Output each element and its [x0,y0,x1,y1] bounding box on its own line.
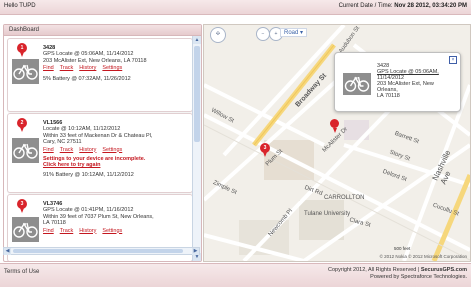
copyright-text: Copyright 2012, All Rights Reserved | [327,267,420,273]
settings-link[interactable]: Settings [102,228,122,234]
copyright: Copyright 2012, All Rights Reserved | Se… [328,267,467,281]
map-pin-icon: 2 [17,118,27,132]
brand-link[interactable]: SecurusGPS.com [421,267,467,273]
history-link[interactable]: History [79,65,96,71]
device-list: 1 3428 GPS Locate @ 05:06AM, 11/14/2012 … [4,36,193,261]
device-popup: × 3428 GPS Locate @ 05:06AM, 11/14/2012 … [334,52,461,112]
battery-status: 5% Battery @ 07:32AM, 11/26/2012 [43,75,131,82]
current-datetime: Current Date / Time: Nov 28 2012, 03:34:… [339,3,467,9]
powered-by: Powered by Spectraforce Technologies. [370,274,467,280]
history-link[interactable]: History [79,147,96,153]
battery-status: 91% Battery @ 10:12AM, 11/12/2012 [43,171,134,178]
device-links: Find Track History Settings [43,65,191,71]
map-pin-icon: 3 [17,199,27,213]
device-card[interactable]: 1 3428 GPS Locate @ 05:06AM, 11/14/2012 … [7,38,193,112]
device-links: Find Track History Settings [43,228,191,234]
map-style-select[interactable]: Road ▾ [280,28,308,37]
history-link[interactable]: History [79,228,96,234]
greeting: Hello TUPD [4,3,36,9]
device-address: 203 McAlister Ext, New Orleans, LA 70118 [43,57,147,64]
area-label: CARROLLTON [324,195,365,201]
device-address-line2: LA 70118 [43,220,66,227]
datetime-label: Current Date / Time: [338,3,393,9]
map-view[interactable]: ✣ − + Road ▾ Broadway St Plum St Willow … [203,24,471,262]
device-address-line2: Cary, NC 27511 [43,139,82,146]
scroll-thumb[interactable] [13,249,183,253]
dashboard-title: DashBoard [4,25,201,36]
retry-link[interactable]: Click here to try again [43,162,191,168]
map-attribution: © 2012 Nokia © 2012 Microsoft Corporatio… [379,254,467,259]
track-link[interactable]: Track [60,228,74,234]
scroll-left-icon[interactable]: ◀ [4,248,11,255]
track-link[interactable]: Track [60,147,74,153]
popup-address: 203 McAlister Ext, New Orleans, [377,81,434,93]
map-marker-1[interactable] [330,119,339,133]
bicycle-icon [343,73,371,95]
track-link[interactable]: Track [60,65,74,71]
map-marker-3[interactable]: 3 [260,143,270,157]
horizontal-scrollbar[interactable]: ◀ ▶ [3,247,200,255]
bicycle-icon [12,138,39,163]
find-link[interactable]: Find [43,228,54,234]
device-card[interactable]: 2 VL1566 Locate @ 10:12AM, 11/12/2012 Wi… [7,113,193,193]
pan-control-icon[interactable]: ✣ [210,27,226,43]
datetime-value: Nov 28 2012, 03:34:20 PM [394,3,467,9]
find-link[interactable]: Find [43,65,54,71]
top-bar: Hello TUPD Current Date / Time: Nov 28 2… [0,0,471,15]
scroll-up-icon[interactable]: ▲ [193,36,201,44]
scroll-right-icon[interactable]: ▶ [192,248,199,255]
terms-link[interactable]: Terms of Use [4,269,39,275]
area-label: Tulane University [304,211,351,217]
settings-link[interactable]: Settings [102,147,122,153]
bicycle-icon [12,59,39,84]
footer: Terms of Use Copyright 2012, All Rights … [0,263,471,287]
find-link[interactable]: Find [43,147,54,153]
zoom-out-icon[interactable]: − [256,27,270,41]
settings-link[interactable]: Settings [102,65,122,71]
map-style-label[interactable]: Road [284,30,298,36]
dashboard-panel: DashBoard 1 3428 GPS Locate @ 05:06AM, 1… [3,24,202,262]
vertical-scrollbar[interactable]: ▲ ▼ [192,36,201,261]
device-links: Find Track History Settings [43,147,191,153]
bicycle-icon [12,217,39,242]
scroll-thumb[interactable] [194,46,200,142]
popup-address-line2: LA 70118 [377,93,400,99]
map-scale: 500 feet [394,246,411,251]
retry-link-text[interactable]: Click here to try again [43,162,100,168]
map-pin-icon: 1 [17,43,27,57]
